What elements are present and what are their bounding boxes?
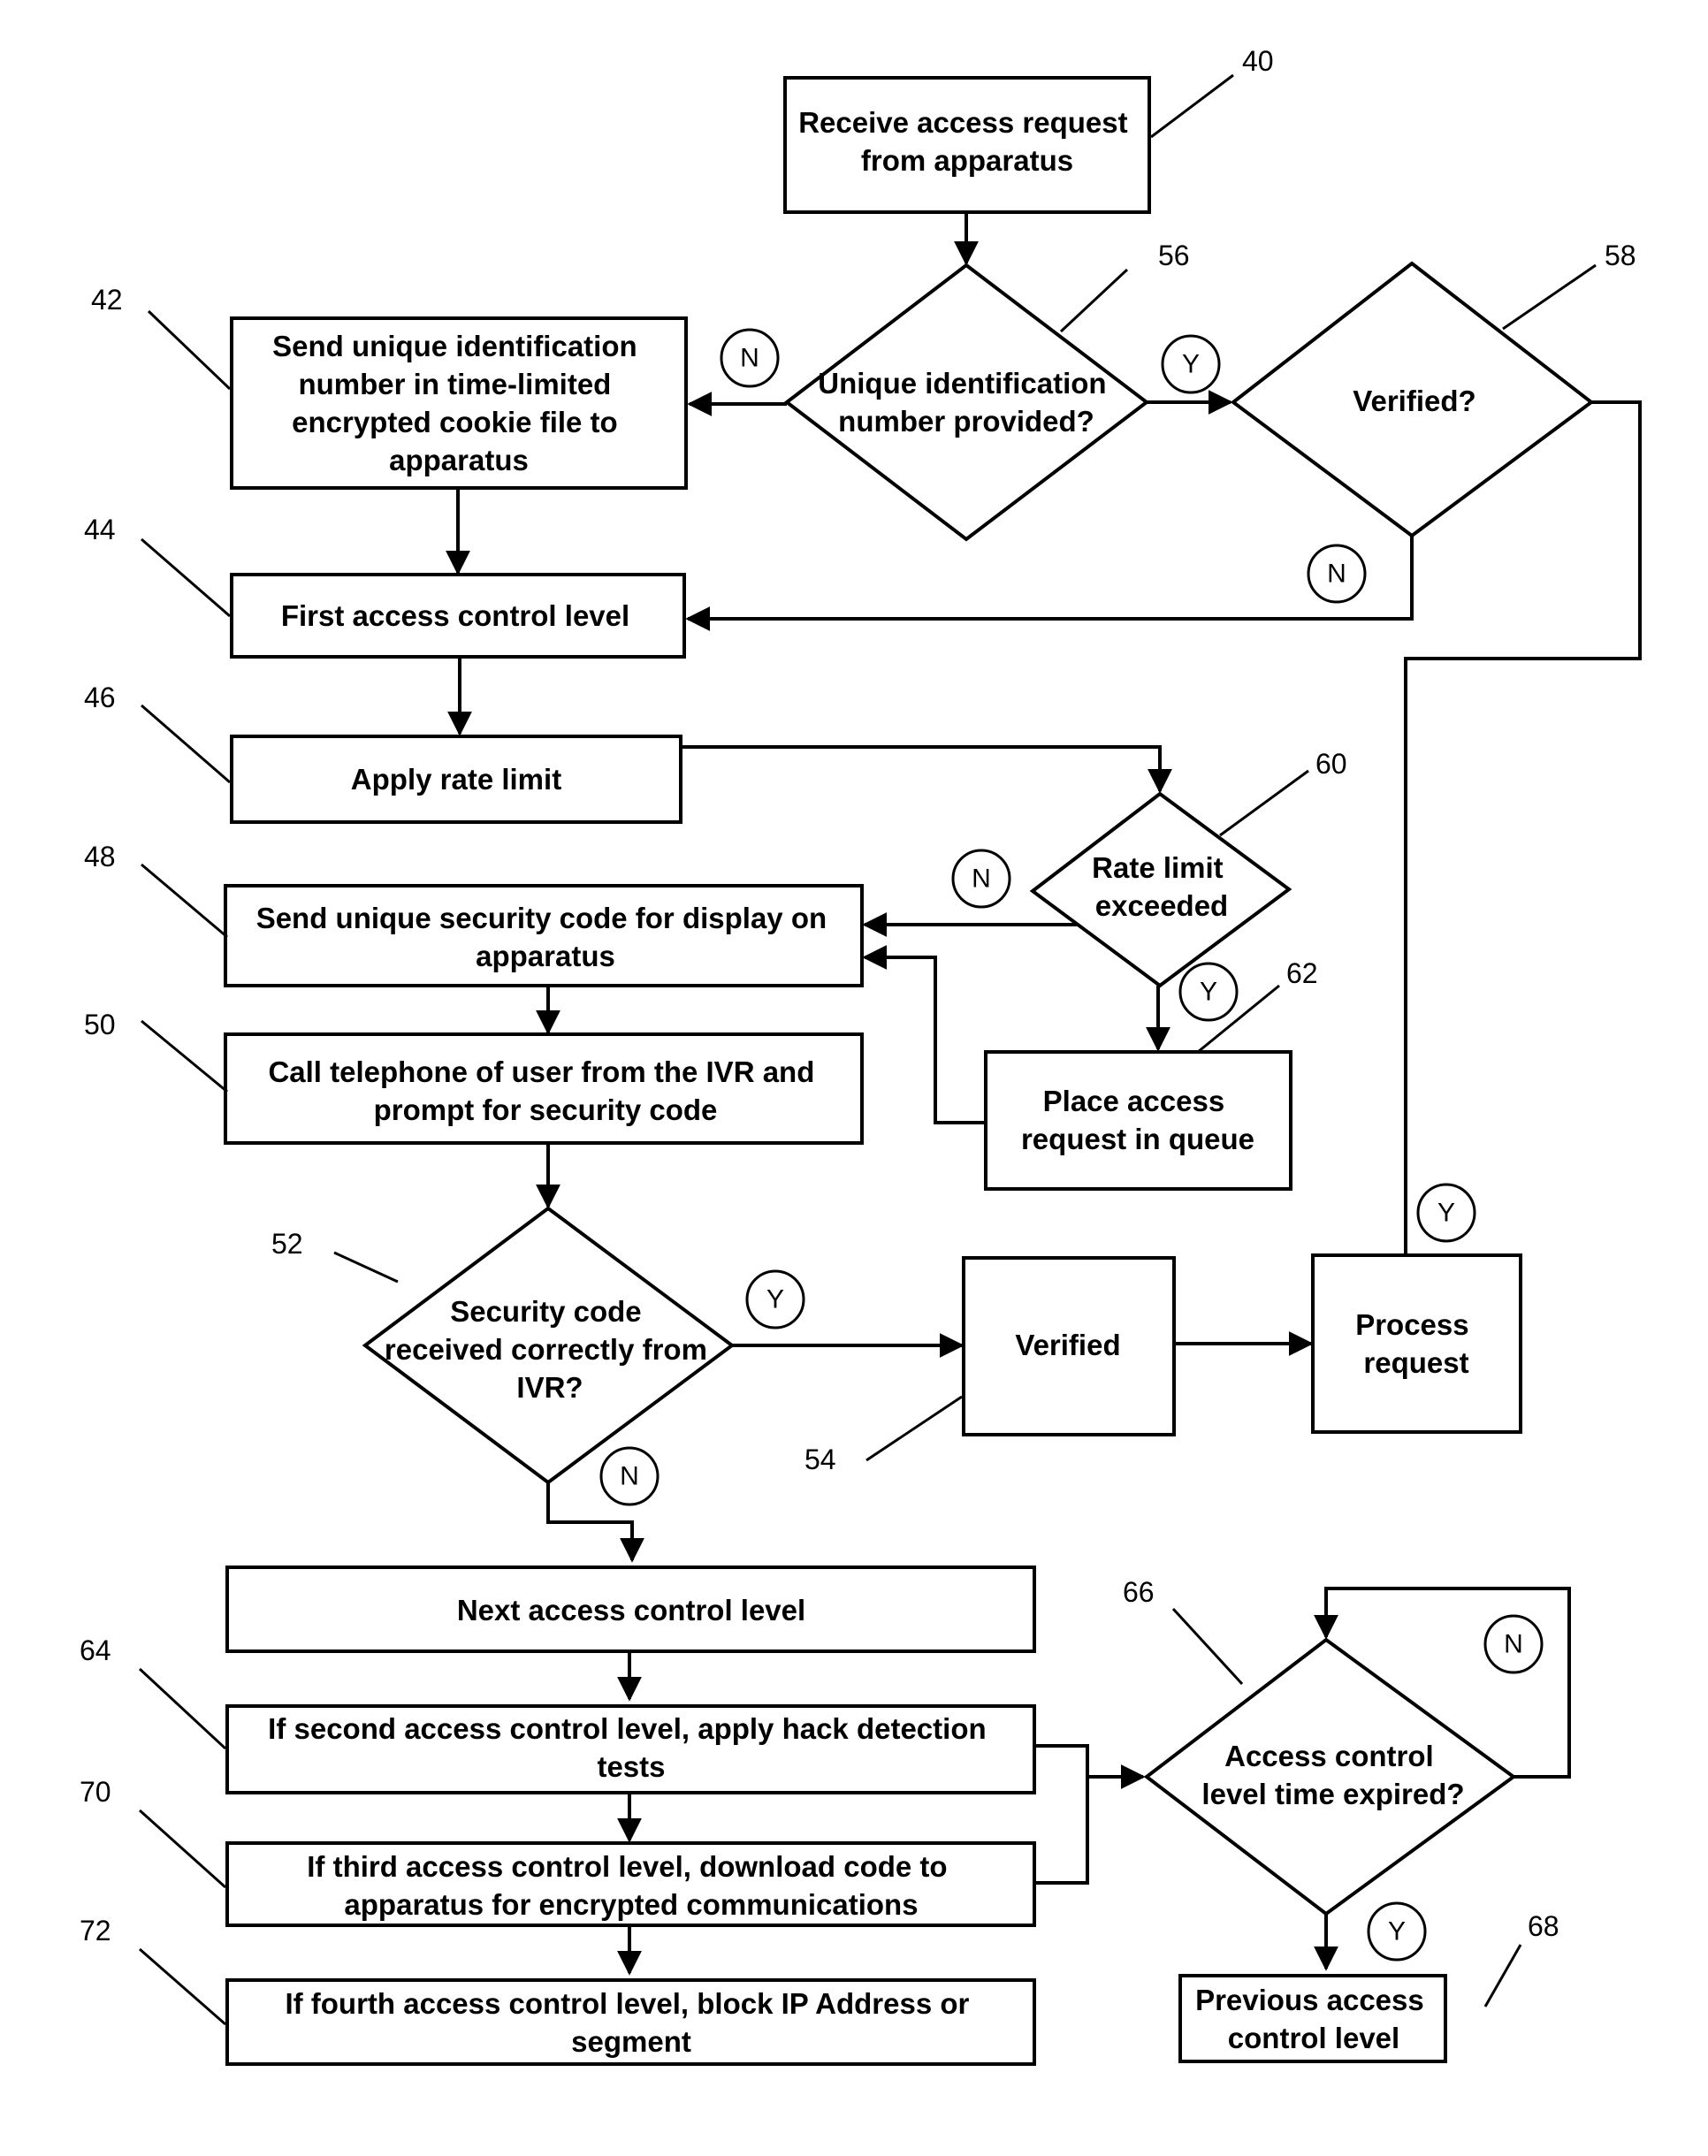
node-62: Place access request in queue [984, 1050, 1292, 1191]
node-54-label: Verified [1015, 1329, 1120, 1361]
node-40: Receive access request from apparatus [783, 76, 1151, 214]
ref-72: 72 [80, 1915, 111, 1946]
node-60-decision: Rate limit exceeded [1029, 791, 1292, 988]
ref-42: 42 [91, 284, 123, 316]
svg-text:N: N [972, 865, 991, 894]
edge-64-70-merge [1030, 1744, 1089, 1885]
edge-58-process-yes [1404, 400, 1642, 1253]
ref-50: 50 [84, 1009, 116, 1040]
badge-58-no: N [1307, 544, 1367, 604]
badge-56-yes: Y [1161, 334, 1221, 394]
node-58-label: Verified? [1353, 385, 1475, 417]
node-72: If fourth access control level, block IP… [225, 1978, 1036, 2066]
badge-60-no: N [951, 849, 1011, 909]
ref-48: 48 [84, 841, 116, 872]
node-64: If second access control level, apply ha… [225, 1704, 1036, 1794]
ref-70: 70 [80, 1776, 111, 1808]
badge-56-no: N [720, 328, 780, 388]
svg-text:Y: Y [766, 1285, 784, 1314]
node-42: Send unique identification number in tim… [230, 316, 688, 490]
ref-44: 44 [84, 514, 116, 545]
edge-46-60 [681, 745, 1172, 794]
ref-68: 68 [1528, 1910, 1559, 1942]
edge-58-44-no [685, 536, 1414, 631]
ref-58: 58 [1605, 240, 1636, 271]
badge-66-yes: Y [1367, 1901, 1427, 1962]
node-44: First access control level [230, 573, 686, 659]
ref-62: 62 [1286, 957, 1318, 989]
node-46-label: Apply rate limit [351, 763, 561, 796]
badge-60-yes: Y [1178, 962, 1239, 1022]
svg-text:Y: Y [1200, 978, 1217, 1007]
ref-60: 60 [1315, 748, 1347, 780]
svg-text:Y: Y [1437, 1199, 1455, 1228]
node-70: If third access control level, download … [225, 1841, 1036, 1927]
ref-40: 40 [1242, 45, 1274, 77]
badge-52-no: N [599, 1446, 660, 1506]
svg-text:N: N [740, 344, 759, 373]
node-56-decision: Unique identification number provided? [783, 263, 1150, 542]
node-50: Call telephone of user from the IVR and … [224, 1032, 864, 1145]
badge-52-yes: Y [745, 1269, 805, 1329]
ref-46: 46 [84, 682, 116, 713]
next-level-label: Next access control level [457, 1594, 805, 1627]
svg-text:Y: Y [1388, 1917, 1406, 1946]
svg-text:N: N [620, 1462, 639, 1491]
node-54: Verified [962, 1256, 1176, 1436]
node-46: Apply rate limit [230, 735, 682, 824]
svg-text:Y: Y [1182, 350, 1200, 379]
ref-52: 52 [271, 1228, 303, 1260]
svg-text:N: N [1327, 560, 1346, 589]
ref-64: 64 [80, 1634, 111, 1666]
node-process-request: Process request [1311, 1253, 1522, 1434]
flowchart: Receive access request from apparatus Un… [80, 45, 1642, 2066]
ref-66: 66 [1123, 1576, 1155, 1608]
node-68: Previous access control level [1178, 1974, 1447, 2063]
node-44-label: First access control level [281, 599, 629, 632]
ref-56: 56 [1158, 240, 1190, 271]
node-next-level: Next access control level [225, 1566, 1036, 1653]
node-66-decision: Access control level time expired? [1143, 1637, 1517, 1916]
node-48: Send unique security code for display on… [224, 884, 864, 987]
ref-54: 54 [804, 1444, 836, 1475]
badge-66-no: N [1483, 1614, 1544, 1674]
svg-text:N: N [1504, 1630, 1523, 1659]
node-52-decision: Security code received correctly from IV… [362, 1206, 736, 1485]
badge-process-yes: Y [1416, 1183, 1476, 1243]
